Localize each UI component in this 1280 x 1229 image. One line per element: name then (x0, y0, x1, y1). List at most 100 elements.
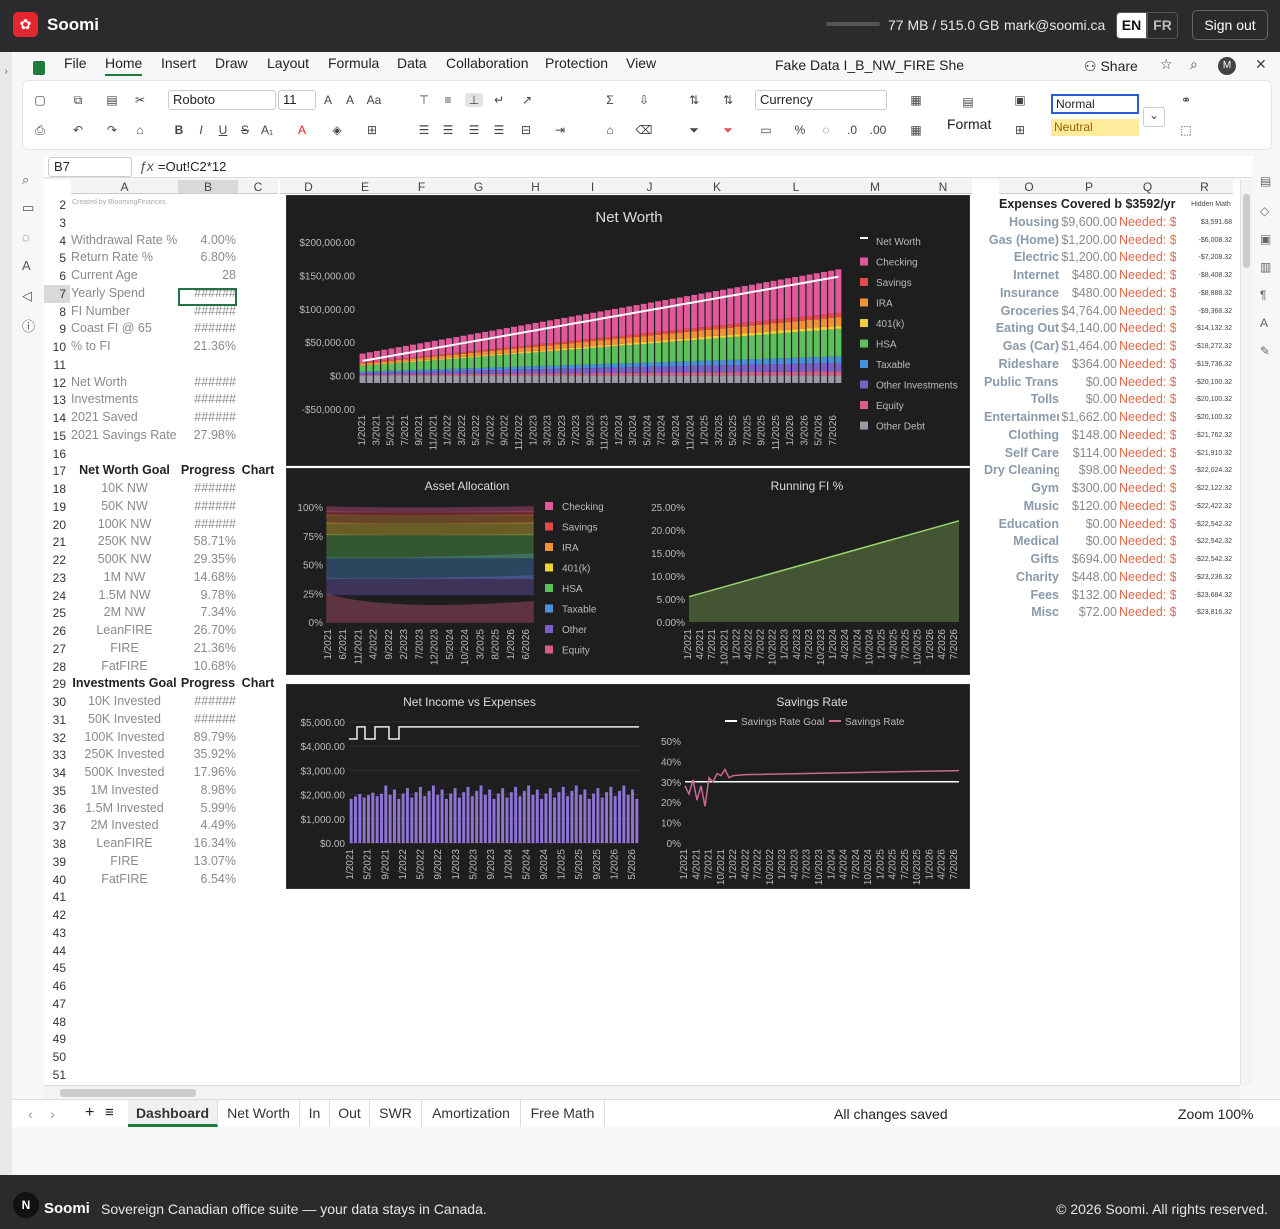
vertical-scrollbar[interactable] (1240, 180, 1252, 1085)
goal-progress[interactable]: 4.49% (178, 817, 236, 835)
expense-needed[interactable]: Needed: $ (1119, 516, 1176, 534)
tab-amortization[interactable]: Amortization (422, 1100, 521, 1127)
expense-needed[interactable]: Needed: $ (1119, 498, 1176, 516)
row-header[interactable]: 29 (44, 675, 70, 693)
expense-name[interactable]: Gas (Car) (984, 338, 1059, 356)
align-right-icon[interactable]: ☰ (465, 123, 483, 137)
text-rotate-icon[interactable]: ↗ (518, 93, 536, 107)
expense-needed[interactable]: Needed: $ (1119, 232, 1176, 250)
expense-amount[interactable]: $448.00 (1059, 569, 1117, 587)
expense-needed[interactable]: Needed: $ (1119, 409, 1176, 427)
format-table-icon[interactable]: ▤ (959, 95, 977, 109)
wrap-text-icon[interactable]: ↵ (490, 93, 508, 107)
goal-label[interactable]: 2M Invested (71, 817, 178, 835)
justify-icon[interactable]: ☰ (490, 123, 508, 137)
stat-label[interactable]: Return Rate % (71, 249, 178, 267)
expense-amount[interactable]: $0.00 (1059, 516, 1117, 534)
tab-next-icon[interactable]: › (50, 1106, 55, 1122)
avatar[interactable]: M (1218, 57, 1236, 75)
expense-needed[interactable]: Needed: $ (1119, 569, 1176, 587)
column-header[interactable]: E (337, 180, 393, 194)
tab-in[interactable]: In (300, 1100, 330, 1127)
menu-protection[interactable]: Protection (545, 55, 608, 71)
row-header[interactable]: 6 (44, 267, 70, 285)
goal-label[interactable]: 250K Invested (71, 746, 178, 764)
net-worth-chart[interactable]: Net Worth $200,000.00 $150,000.00 $100,000… (286, 195, 970, 466)
font-color-icon[interactable]: A (293, 123, 311, 137)
expense-name[interactable]: Tolls (984, 391, 1059, 409)
stat-label[interactable]: Investments (71, 391, 178, 409)
expense-amount[interactable]: $72.00 (1059, 604, 1117, 622)
expense-amount[interactable]: $132.00 (1059, 587, 1117, 605)
increase-decimal-icon[interactable]: .00 (869, 123, 887, 137)
expense-name[interactable]: Housing (984, 214, 1059, 232)
goal-progress[interactable]: 5.99% (178, 800, 236, 818)
expense-amount[interactable]: $364.00 (1059, 356, 1117, 374)
function-icon[interactable]: ƒx (139, 158, 154, 174)
row-header[interactable]: 50 (44, 1048, 70, 1066)
expense-needed[interactable]: Needed: $ (1119, 480, 1176, 498)
copy-icon[interactable]: ⧉ (69, 93, 87, 108)
announce-icon[interactable]: ◁ (22, 288, 32, 304)
row-header[interactable]: 33 (44, 746, 70, 764)
star-icon[interactable]: ☆ (1160, 56, 1173, 73)
expense-hidden[interactable]: -$22,422.32 (1176, 498, 1232, 516)
link-icon[interactable]: ⚭ (1177, 93, 1195, 107)
bold-icon[interactable]: B (170, 123, 188, 137)
row-header[interactable]: 37 (44, 817, 70, 835)
expense-amount[interactable]: $120.00 (1059, 498, 1117, 516)
lang-en-button[interactable]: EN (1116, 12, 1147, 39)
font-size-select[interactable]: 11 (278, 90, 316, 110)
stat-value[interactable]: 6.80% (178, 249, 236, 267)
chart-header[interactable]: Chart (238, 675, 278, 693)
expense-needed[interactable]: Needed: $ (1119, 303, 1176, 321)
expense-hidden[interactable]: -$23,816.32 (1176, 604, 1232, 622)
goal-label[interactable]: 500K Invested (71, 764, 178, 782)
column-header[interactable]: R (1176, 180, 1233, 194)
expense-hidden[interactable]: -$8,888.32 (1176, 285, 1232, 303)
row-header[interactable]: 25 (44, 604, 70, 622)
expense-amount[interactable]: $4,140.00 (1059, 320, 1117, 338)
goal-label[interactable]: FatFIRE (71, 658, 178, 676)
indent-icon[interactable]: ⇥ (551, 123, 569, 137)
expense-amount[interactable]: $148.00 (1059, 427, 1117, 445)
column-header[interactable]: A (71, 180, 178, 194)
goal-label[interactable]: 1.5M NW (71, 587, 178, 605)
row-header[interactable]: 46 (44, 977, 70, 995)
shapes-panel-icon[interactable]: ◇ (1260, 204, 1269, 218)
fill-down-icon[interactable]: ⇩ (635, 93, 653, 107)
stat-label[interactable]: Yearly Spend (71, 285, 178, 303)
chat-icon[interactable]: ◌ (22, 230, 30, 245)
tab-free-math[interactable]: Free Math (521, 1100, 605, 1127)
hidden-math-label[interactable]: Hidden Math (1182, 196, 1240, 214)
row-header[interactable]: 45 (44, 959, 70, 977)
expense-amount[interactable]: $114.00 (1059, 445, 1117, 463)
column-header[interactable]: P (1059, 180, 1119, 194)
column-header[interactable]: C (238, 180, 278, 194)
row-header[interactable]: 14 (44, 409, 70, 427)
stat-label[interactable]: Net Worth (71, 374, 178, 392)
style-normal[interactable]: Normal (1051, 94, 1139, 114)
expense-name[interactable]: Gas (Home) (984, 232, 1059, 250)
expense-name[interactable]: Music (984, 498, 1059, 516)
fill-color-icon[interactable]: ◈ (328, 123, 346, 137)
column-header[interactable]: O (999, 180, 1059, 194)
expense-hidden[interactable]: -$22,024.32 (1176, 462, 1232, 480)
row-header[interactable]: 20 (44, 515, 70, 534)
goal-progress[interactable]: 9.78% (178, 587, 236, 605)
expense-needed[interactable]: Needed: $ (1119, 285, 1176, 303)
row-header[interactable]: 16 (44, 444, 70, 463)
row-header[interactable]: 4 (44, 231, 70, 250)
column-header[interactable]: M (836, 180, 914, 194)
comment-icon[interactable]: ▭ (22, 200, 34, 216)
clear-icon[interactable]: ⌫ (635, 123, 653, 137)
progress-header[interactable]: Progress (178, 462, 238, 480)
conditional-format-icon[interactable]: ▦ (907, 93, 925, 107)
expense-needed[interactable]: Needed: $ (1119, 249, 1176, 267)
expense-name[interactable]: Self Care (984, 445, 1059, 463)
goal-header[interactable]: Investments Goal (71, 675, 178, 693)
goal-label[interactable]: 1.5M Invested (71, 800, 178, 818)
row-header[interactable]: 40 (44, 870, 70, 889)
label-icon[interactable]: ⌂ (601, 123, 619, 137)
menu-data[interactable]: Data (397, 55, 427, 71)
